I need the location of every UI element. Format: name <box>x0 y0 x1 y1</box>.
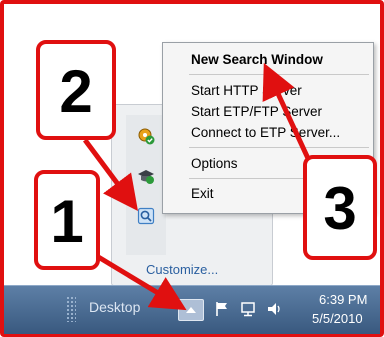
arrow-to-show-hidden-button <box>93 252 187 311</box>
callout-2: 2 <box>36 40 116 140</box>
callout-1: 1 <box>34 170 100 270</box>
callout-3: 3 <box>303 155 377 260</box>
